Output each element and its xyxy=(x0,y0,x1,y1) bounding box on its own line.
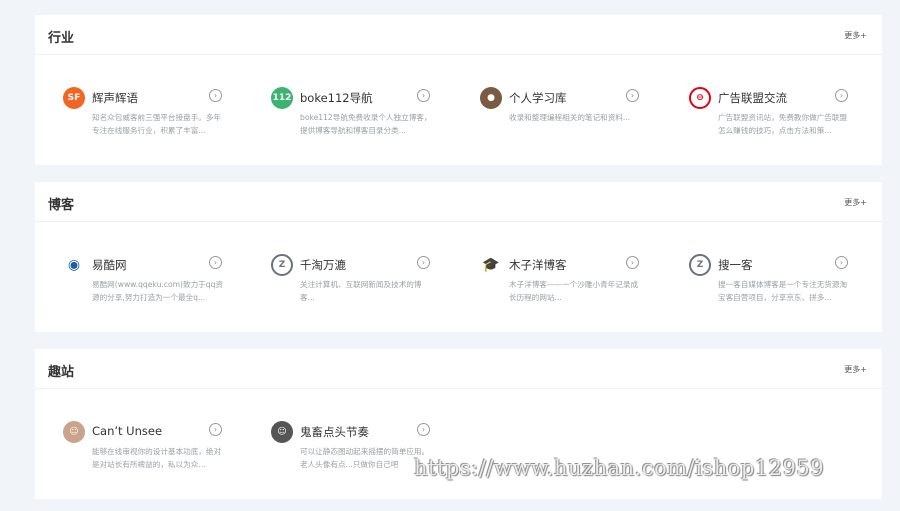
chevron-right-icon[interactable]: › xyxy=(835,89,848,102)
more-link[interactable]: 更多+ xyxy=(844,364,867,375)
z-logo-icon: Z xyxy=(271,254,293,276)
section-header: 行业 更多+ xyxy=(35,15,882,55)
chevron-right-icon[interactable]: › xyxy=(209,256,222,269)
section-header: 博客 更多+ xyxy=(35,182,882,222)
site-description: 木子洋博客——一个沙雕小青年记录成长历程的网站... xyxy=(509,280,639,302)
site-card[interactable]: 🎓 木子洋博客 › 木子洋博客——一个沙雕小青年记录成长历程的网站... xyxy=(480,250,660,320)
person-avatar-icon: ☺ xyxy=(63,421,85,443)
chevron-right-icon[interactable]: › xyxy=(626,256,639,269)
site-name[interactable]: 易酷网 xyxy=(92,257,127,273)
site-name[interactable]: 广告联盟交流 xyxy=(718,90,787,106)
section-title: 博客 xyxy=(48,198,75,213)
old-man-avatar-icon: ☺ xyxy=(271,421,293,443)
chevron-right-icon[interactable]: › xyxy=(417,256,430,269)
site-card[interactable]: ● 个人学习库 › 收录和整理编程相关的笔记和资料... xyxy=(480,83,660,153)
site-description: 搜一客自媒体博客是一个专注无货源淘宝客自营项目，分享京东、拼多... xyxy=(718,280,848,302)
section-title: 趣站 xyxy=(48,365,75,380)
site-description: 关注计算机、互联网新闻及技术的博客... xyxy=(300,280,422,302)
site-description: 收录和整理编程相关的笔记和资料... xyxy=(509,113,631,122)
z-logo-icon: Z xyxy=(689,254,711,276)
badge-112-icon: 112 xyxy=(271,87,293,109)
site-card[interactable]: ⊖ 广告联盟交流 › 广告联盟资讯站，免费教你做广告联盟怎么赚钱的技巧，点击方法和策.… xyxy=(689,83,869,153)
globe-logo-icon: ◉ xyxy=(63,254,85,276)
sf-logo-icon: SF xyxy=(63,87,85,109)
ad-union-logo-icon: ⊖ xyxy=(689,87,711,109)
avatar-icon: ● xyxy=(480,87,502,109)
site-card-list: SF 辉声辉语 › 知名众包威客前三强平台接盘手。多年专注在线服务行业，积累了丰富..… xyxy=(35,55,882,155)
site-name[interactable]: 个人学习库 xyxy=(509,90,567,106)
chevron-right-icon[interactable]: › xyxy=(626,89,639,102)
site-card[interactable]: Z 千淘万漉 › 关注计算机、互联网新闻及技术的博客... xyxy=(271,250,451,320)
chevron-right-icon[interactable]: › xyxy=(417,89,430,102)
chevron-right-icon[interactable]: › xyxy=(835,256,848,269)
site-name[interactable]: 木子洋博客 xyxy=(509,257,567,273)
site-name[interactable]: Can’t Unsee xyxy=(92,424,162,438)
site-name[interactable]: 辉声辉语 xyxy=(92,90,138,106)
site-card[interactable]: SF 辉声辉语 › 知名众包威客前三强平台接盘手。多年专注在线服务行业，积累了丰富..… xyxy=(63,83,243,153)
site-card[interactable]: Z 搜一客 › 搜一客自媒体博客是一个专注无货源淘宝客自营项目，分享京东、拼多... xyxy=(689,250,869,320)
site-description: boke112导航免费收录个人独立博客，提供博客导航和博客目录分类... xyxy=(300,113,432,135)
more-link[interactable]: 更多+ xyxy=(844,197,867,208)
chevron-right-icon[interactable]: › xyxy=(417,423,430,436)
site-card[interactable]: ◉ 易酷网 › 易酷网(www.qqeku.com)致力于qq资源的分享,努力打造为一… xyxy=(63,250,243,320)
site-name[interactable]: boke112导航 xyxy=(300,90,373,106)
site-description: 易酷网(www.qqeku.com)致力于qq资源的分享,努力打造为一个最全q.… xyxy=(92,280,223,302)
site-card-list: ◉ 易酷网 › 易酷网(www.qqeku.com)致力于qq资源的分享,努力打造为一… xyxy=(35,222,882,322)
site-description: 能够在线审视你的设计基本功底，绝对是对站长有所裨益的，私以为众... xyxy=(92,447,222,469)
site-description: 广告联盟资讯站，免费教你做广告联盟怎么赚钱的技巧，点击方法和策... xyxy=(718,113,848,135)
site-name[interactable]: 千淘万漉 xyxy=(300,257,346,273)
section-0: 行业 更多+ SF 辉声辉语 › 知名众包威客前三强平台接盘手。多年专注在线服务行业，积累… xyxy=(35,15,882,165)
chevron-right-icon[interactable]: › xyxy=(209,89,222,102)
watermark-text: https://www.huzhan.com/ishop12959 xyxy=(414,456,825,480)
chevron-right-icon[interactable]: › xyxy=(209,423,222,436)
section-1: 博客 更多+ ◉ 易酷网 › 易酷网(www.qqeku.com)致力于qq资源的分享,努… xyxy=(35,182,882,332)
site-card[interactable]: ☺ Can’t Unsee › 能够在线审视你的设计基本功底，绝对是对站长有所裨益的，… xyxy=(63,417,243,487)
more-link[interactable]: 更多+ xyxy=(844,30,867,41)
site-description: 知名众包威客前三强平台接盘手。多年专注在线服务行业，积累了丰富... xyxy=(92,113,222,135)
section-header: 趣站 更多+ xyxy=(35,349,882,389)
graduation-cap-icon: 🎓 xyxy=(480,254,502,276)
section-title: 行业 xyxy=(48,31,75,46)
site-name[interactable]: 搜一客 xyxy=(718,257,753,273)
site-card[interactable]: 112 boke112导航 › boke112导航免费收录个人独立博客，提供博客导航和… xyxy=(271,83,451,153)
site-name[interactable]: 鬼畜点头节奏 xyxy=(300,424,369,440)
